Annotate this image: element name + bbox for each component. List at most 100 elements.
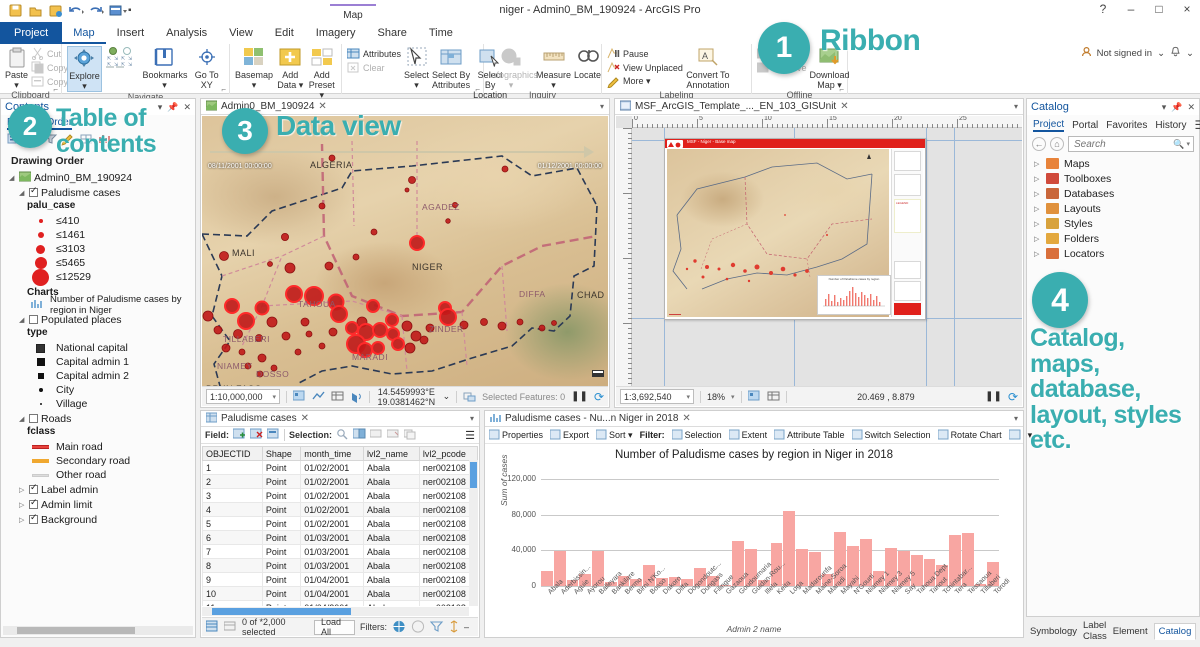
- table-cell[interactable]: 4: [202, 502, 263, 517]
- catalog-search-caret[interactable]: ▾: [1186, 140, 1190, 148]
- table-cell[interactable]: 01/03/2001: [300, 544, 365, 559]
- map-snapping-icon[interactable]: [312, 390, 325, 403]
- sort-button[interactable]: Sort ▾: [595, 429, 633, 442]
- catalog-menu-caret[interactable]: ▾: [1162, 102, 1167, 113]
- toc-layer-admin-limit[interactable]: ▷ Admin limit: [5, 497, 191, 512]
- catalog-tree[interactable]: ▷ Maps ▷ Toolboxes ▷ Databases ▷ Layouts ▷ Styles…: [1027, 156, 1199, 261]
- toc-root-map-item[interactable]: ◢ Admin0_BM_190924: [5, 170, 191, 185]
- table-cell[interactable]: Point: [261, 474, 302, 489]
- layout-selection-tool-icon[interactable]: [747, 390, 761, 403]
- expand-arrow-icon[interactable]: ▷: [1034, 190, 1041, 198]
- catalog-close-icon[interactable]: ✕: [1187, 102, 1195, 113]
- table-cell[interactable]: Point: [261, 586, 302, 601]
- signin-label[interactable]: Not signed in: [1097, 48, 1152, 59]
- table-column-header[interactable]: OBJECTID: [202, 446, 263, 461]
- pause-icon-button[interactable]: Pause: [607, 47, 683, 60]
- table-cell[interactable]: Abala: [363, 586, 420, 601]
- layer-checkbox[interactable]: [29, 315, 38, 324]
- convert-to-annotation-icon-button[interactable]: A Convert To Annotation: [686, 46, 730, 90]
- attribute-table-button[interactable]: Attribute Table: [773, 429, 845, 442]
- select-icon-button[interactable]: Select ▾: [404, 46, 429, 90]
- table-cell[interactable]: Abala: [363, 474, 420, 489]
- map-overview-icon[interactable]: [592, 367, 604, 382]
- notification-bell-icon[interactable]: [1170, 46, 1181, 60]
- table-row[interactable]: 8 Point 01/03/2001 Abala ner002108: [202, 558, 478, 573]
- clear-icon-button[interactable]: Clear: [347, 61, 401, 74]
- table-cell[interactable]: Point: [261, 530, 302, 545]
- calculate-field-icon[interactable]: [266, 428, 280, 442]
- table-cell[interactable]: Point: [261, 460, 302, 475]
- ribbon-tab-project[interactable]: Project: [0, 22, 63, 44]
- close-button[interactable]: ×: [1178, 2, 1196, 16]
- table-cell[interactable]: Abala: [363, 600, 420, 606]
- signin-caret[interactable]: ⌄: [1157, 48, 1165, 59]
- attribute-table-menu-icon[interactable]: ☰: [465, 429, 475, 442]
- paste-icon-button[interactable]: Paste ▾: [5, 46, 28, 90]
- table-cell[interactable]: Point: [261, 502, 302, 517]
- table-cell[interactable]: Abala: [363, 544, 420, 559]
- table-row[interactable]: 3 Point 01/02/2001 Abala ner002108: [202, 488, 478, 503]
- ribbon-tab-imagery[interactable]: Imagery: [305, 22, 367, 44]
- dock-tab-symbology[interactable]: Symbology: [1030, 626, 1077, 637]
- layer-checkbox[interactable]: [29, 414, 38, 423]
- chart-options-menu[interactable]: [1008, 429, 1021, 442]
- catalog-back-button[interactable]: ←: [1032, 137, 1046, 151]
- table-cell[interactable]: Abala: [363, 558, 420, 573]
- table-cell[interactable]: 01/02/2001: [300, 502, 365, 517]
- add-data-icon-button[interactable]: Add Data ▾: [276, 46, 304, 90]
- table-row[interactable]: 9 Point 01/04/2001 Abala ner002108: [202, 572, 478, 587]
- attribute-table-grid-wrapper[interactable]: OBJECTID Shape month_time lvl2_name lvl2_pco…: [202, 446, 478, 606]
- table-cell[interactable]: Point: [261, 516, 302, 531]
- ribbon-tab-share[interactable]: Share: [367, 22, 418, 44]
- table-cell[interactable]: 01/03/2001: [300, 530, 365, 545]
- expand-arrow-icon[interactable]: ▷: [1034, 160, 1041, 168]
- ribbon-tab-edit[interactable]: Edit: [264, 22, 305, 44]
- toc-layer-background[interactable]: ▷ Background: [5, 512, 191, 527]
- zoom-to-selection-icon[interactable]: [336, 428, 349, 442]
- table-row[interactable]: 4 Point 01/02/2001 Abala ner002108: [202, 502, 478, 517]
- table-cell[interactable]: Point: [261, 572, 302, 587]
- toc-layer-paludisme-cases[interactable]: ◢ Paludisme cases: [5, 185, 191, 200]
- table-cell[interactable]: Point: [261, 558, 302, 573]
- ribbon-tab-map[interactable]: Map: [62, 22, 106, 44]
- table-cell[interactable]: 8: [202, 558, 263, 573]
- ribbon-tab-insert[interactable]: Insert: [106, 22, 156, 44]
- catalog-search-input[interactable]: [1072, 137, 1174, 151]
- table-cell[interactable]: 01/02/2001: [300, 488, 365, 503]
- layout-horizontal-ruler[interactable]: 051015202530: [632, 116, 1022, 128]
- bookmarks-icon-button[interactable]: Bookmarks ▾: [142, 46, 187, 90]
- table-cell[interactable]: 7: [202, 544, 263, 559]
- group-dialog-launcher[interactable]: ⌐: [221, 85, 226, 94]
- catalog-item-styles[interactable]: ▷ Styles: [1027, 216, 1199, 231]
- table-cell[interactable]: 01/02/2001: [300, 474, 365, 489]
- layer-checkbox[interactable]: [29, 512, 38, 524]
- properties-button[interactable]: Properties: [488, 429, 543, 442]
- expand-arrow-icon[interactable]: ▷: [1034, 220, 1041, 228]
- ribbon-tab-analysis[interactable]: Analysis: [155, 22, 218, 44]
- table-cell[interactable]: 01/04/2001: [300, 572, 365, 587]
- expand-arrow-icon[interactable]: ◢: [19, 189, 26, 197]
- attribute-table-vertical-scrollbar[interactable]: [469, 460, 478, 606]
- table-cell[interactable]: 01/03/2001: [300, 558, 365, 573]
- expand-arrow-icon[interactable]: ▷: [19, 486, 26, 494]
- map-tab-caret[interactable]: ▾: [600, 102, 604, 111]
- table-cell[interactable]: Point: [261, 600, 302, 606]
- layer-checkbox[interactable]: [29, 185, 38, 197]
- table-column-header[interactable]: lvl2_pcode: [418, 446, 478, 461]
- contents-tree[interactable]: Drawing Order◢Admin0_BM_190924◢Paludisme…: [1, 149, 195, 609]
- ribbon-tab-time[interactable]: Time: [418, 22, 464, 44]
- expand-arrow-icon[interactable]: ◢: [9, 174, 16, 182]
- zoom-out-button[interactable]: –: [464, 622, 469, 632]
- group-dialog-launcher[interactable]: ⌐: [839, 85, 844, 94]
- copy-selection-icon[interactable]: [403, 428, 417, 442]
- map-selection-tool-icon[interactable]: [292, 390, 306, 403]
- table-cell[interactable]: 2: [202, 474, 263, 489]
- chart-bar[interactable]: [541, 570, 553, 586]
- chart-panel-tab[interactable]: Paludisme cases - Nu...n Niger in 2018 ✕…: [485, 411, 1023, 427]
- goto-xy-icon-button[interactable]: Go To XY: [189, 46, 224, 90]
- table-cell[interactable]: Point: [261, 488, 302, 503]
- clear-selection-icon[interactable]: [369, 428, 383, 442]
- expand-arrow-icon[interactable]: ▷: [1034, 175, 1041, 183]
- layout-guide-vertical[interactable]: [926, 128, 927, 386]
- contents-horizontal-scrollbar[interactable]: [3, 626, 193, 635]
